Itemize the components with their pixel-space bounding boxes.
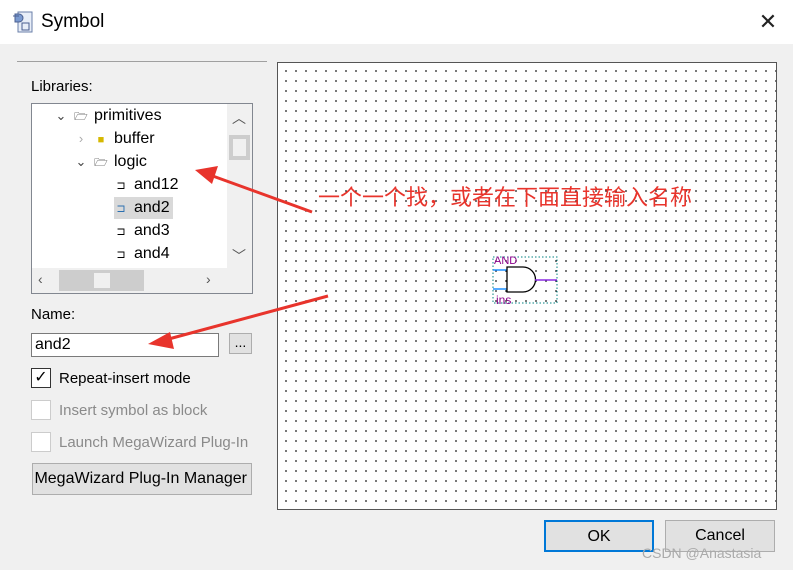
ok-button[interactable]: OK	[544, 520, 654, 552]
annotation-text: 一个一个找，或者在下面直接输入名称	[318, 185, 693, 210]
annotation-arrows	[148, 166, 329, 349]
watermark: CSDN @Anastasia	[642, 545, 762, 561]
